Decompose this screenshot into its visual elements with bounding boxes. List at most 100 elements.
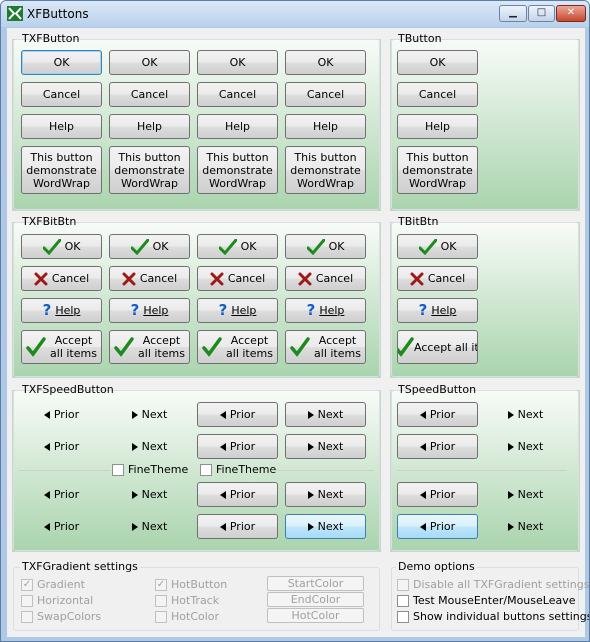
- next-label: Next: [517, 520, 544, 533]
- finetheme-checkbox[interactable]: FineTheme: [200, 463, 276, 476]
- bit-help-button[interactable]: ? Help: [397, 298, 478, 323]
- hotcolor-checkbox[interactable]: HotColor: [155, 610, 219, 623]
- next-speedbutton[interactable]: Next: [485, 434, 566, 459]
- prior-speedbutton[interactable]: Prior: [397, 434, 478, 459]
- prior-speedbutton[interactable]: Prior: [197, 482, 278, 507]
- help-button[interactable]: Help: [21, 114, 102, 139]
- bit-cancel-button[interactable]: Cancel: [285, 266, 366, 291]
- help-button[interactable]: Help: [397, 114, 478, 139]
- bit-help-button[interactable]: ? Help: [109, 298, 190, 323]
- wordwrap-button[interactable]: This button demonstrate WordWrap: [285, 146, 366, 194]
- cancel-button[interactable]: Cancel: [21, 82, 102, 107]
- prior-speedbutton-hot[interactable]: Prior: [397, 514, 478, 539]
- help-button[interactable]: Help: [197, 114, 278, 139]
- app-icon: [7, 6, 23, 21]
- wordwrap-button[interactable]: This button demonstrate WordWrap: [197, 146, 278, 194]
- next-speedbutton[interactable]: Next: [485, 402, 566, 427]
- ok-button[interactable]: OK: [109, 50, 190, 75]
- endcolor-label: EndColor: [290, 593, 341, 606]
- bit-help-button[interactable]: ? Help: [197, 298, 278, 323]
- help-label: Help: [224, 120, 251, 133]
- hottrack-checkbox[interactable]: HotTrack: [155, 594, 219, 607]
- next-speedbutton[interactable]: Next: [109, 402, 190, 427]
- swapcolors-checkbox[interactable]: SwapColors: [21, 610, 101, 623]
- accept-all-button[interactable]: Accept all items: [109, 330, 190, 364]
- prior-speedbutton[interactable]: Prior: [197, 402, 278, 427]
- prior-speedbutton[interactable]: Prior: [197, 434, 278, 459]
- arrow-left-icon: [419, 490, 426, 499]
- question-icon: ?: [218, 301, 228, 319]
- gradient-checkbox[interactable]: ✓ Gradient: [21, 578, 85, 591]
- bit-cancel-button[interactable]: Cancel: [197, 266, 278, 291]
- accept-all-button[interactable]: Accept all iten: [397, 330, 478, 364]
- client-area: TXFButton TButton OK OK OK OK OK Cancel …: [7, 28, 589, 637]
- prior-speedbutton[interactable]: Prior: [397, 402, 478, 427]
- cancel-button[interactable]: Cancel: [197, 82, 278, 107]
- bit-ok-button[interactable]: OK: [197, 234, 278, 259]
- bit-ok-button[interactable]: OK: [21, 234, 102, 259]
- check-icon: [290, 337, 310, 357]
- title-bar[interactable]: XFButtons ▁ □ ✕: [1, 1, 589, 27]
- ok-button[interactable]: OK: [285, 50, 366, 75]
- next-speedbutton[interactable]: Next: [285, 434, 366, 459]
- hotbutton-checkbox[interactable]: ✓ HotButton: [155, 578, 227, 591]
- next-speedbutton[interactable]: Next: [109, 514, 190, 539]
- show-settings-checkbox[interactable]: Show individual buttons settings: [397, 610, 589, 623]
- separator-line: [271, 470, 374, 471]
- bit-ok-button[interactable]: OK: [285, 234, 366, 259]
- cancel-button[interactable]: Cancel: [109, 82, 190, 107]
- wordwrap-button[interactable]: This button demonstrate WordWrap: [397, 146, 478, 194]
- test-mouse-checkbox[interactable]: Test MouseEnter/MouseLeave: [397, 594, 576, 607]
- bit-cancel-button[interactable]: Cancel: [397, 266, 478, 291]
- arrow-left-icon: [219, 490, 226, 499]
- prior-label: Prior: [229, 408, 256, 421]
- prior-speedbutton[interactable]: Prior: [21, 514, 102, 539]
- cancel-button[interactable]: Cancel: [397, 82, 478, 107]
- prior-speedbutton[interactable]: Prior: [397, 482, 478, 507]
- next-speedbutton[interactable]: Next: [285, 402, 366, 427]
- close-button[interactable]: ✕: [556, 5, 586, 22]
- help-label: Help: [48, 120, 75, 133]
- accept-all-button[interactable]: Accept all items: [285, 330, 366, 364]
- help-button[interactable]: Help: [109, 114, 190, 139]
- bit-cancel-button[interactable]: Cancel: [21, 266, 102, 291]
- startcolor-button[interactable]: StartColor: [267, 576, 364, 591]
- next-speedbutton[interactable]: Next: [109, 482, 190, 507]
- txfspeedbutton-group-title: TXFSpeedButton: [22, 383, 114, 396]
- cancel-button[interactable]: Cancel: [285, 82, 366, 107]
- horizontal-checkbox[interactable]: Horizontal: [21, 594, 93, 607]
- prior-speedbutton[interactable]: Prior: [21, 482, 102, 507]
- minimize-button[interactable]: ▁: [499, 5, 527, 22]
- bit-cancel-button[interactable]: Cancel: [109, 266, 190, 291]
- arrow-left-icon: [419, 442, 426, 451]
- next-speedbutton[interactable]: Next: [485, 514, 566, 539]
- bit-ok-button[interactable]: OK: [109, 234, 190, 259]
- prior-speedbutton[interactable]: Prior: [21, 402, 102, 427]
- hotcolor-button[interactable]: HotColor: [267, 608, 364, 623]
- ok-button[interactable]: OK: [397, 50, 478, 75]
- ok-button[interactable]: OK: [197, 50, 278, 75]
- prior-label: Prior: [229, 440, 256, 453]
- checkbox-box: [397, 610, 409, 623]
- bit-help-button[interactable]: ? Help: [285, 298, 366, 323]
- ok-button[interactable]: OK: [21, 50, 102, 75]
- bit-ok-button[interactable]: OK: [397, 234, 478, 259]
- help-button[interactable]: Help: [285, 114, 366, 139]
- finetheme-checkbox[interactable]: FineTheme: [112, 463, 188, 476]
- next-speedbutton[interactable]: Next: [109, 434, 190, 459]
- arrow-right-icon: [131, 442, 138, 451]
- endcolor-button[interactable]: EndColor: [267, 592, 364, 607]
- bit-help-button[interactable]: ? Help: [21, 298, 102, 323]
- maximize-button[interactable]: □: [528, 5, 555, 22]
- disable-gradient-checkbox[interactable]: Disable all TXFGradient settings: [397, 578, 589, 591]
- wordwrap-button[interactable]: This button demonstrate WordWrap: [21, 146, 102, 194]
- wordwrap-button[interactable]: This button demonstrate WordWrap: [109, 146, 190, 194]
- next-speedbutton[interactable]: Next: [285, 482, 366, 507]
- next-speedbutton[interactable]: Next: [485, 482, 566, 507]
- prior-speedbutton[interactable]: Prior: [197, 514, 278, 539]
- accept-all-button[interactable]: Accept all items: [21, 330, 102, 364]
- next-speedbutton-hot[interactable]: Next: [285, 514, 366, 539]
- accept-all-button[interactable]: Accept all items: [197, 330, 278, 364]
- check-icon: ✓: [21, 578, 33, 591]
- prior-speedbutton[interactable]: Prior: [21, 434, 102, 459]
